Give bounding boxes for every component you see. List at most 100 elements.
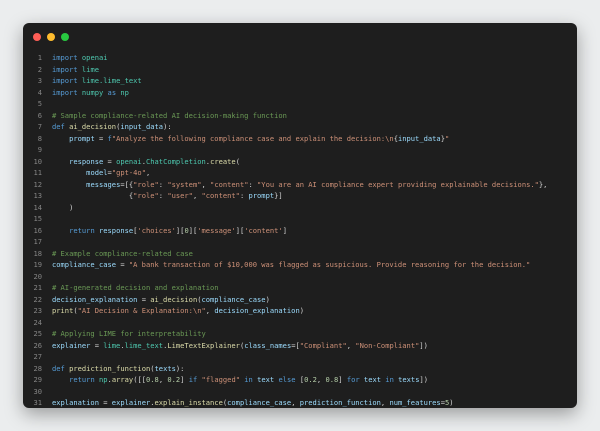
code-text: return response['choices'][0]['message']… (52, 225, 577, 237)
code-token: "content" (210, 179, 249, 189)
code-token: = (90, 340, 104, 350)
code-token: in (244, 375, 253, 384)
code-token: np (99, 375, 108, 384)
code-line: 9 (23, 144, 577, 156)
code-token: "user" (167, 191, 193, 200)
code-token: ): (175, 363, 185, 373)
line-number: 23 (33, 306, 42, 315)
code-token: ][ (188, 225, 198, 235)
code-token: 0.8 (325, 375, 339, 384)
code-token: prompt (69, 133, 95, 143)
code-line: 17 (23, 236, 577, 248)
line-number: 6 (37, 110, 42, 120)
code-line: 14 ) (23, 202, 577, 214)
code-token: "system" (167, 179, 202, 189)
code-line: 8 prompt = f"Analyze the following compl… (23, 133, 577, 145)
code-token: , (145, 168, 151, 177)
code-token: ] (338, 375, 347, 384)
code-token: "Non-Compliant" (355, 340, 420, 350)
code-text: def prediction_function(texts): (52, 363, 577, 375)
line-number: 31 (33, 398, 42, 407)
code-token: class_names (244, 340, 292, 350)
code-token: 'content' (244, 225, 283, 235)
code-token: import (52, 87, 78, 97)
code-line: 4 import numpy as np (23, 87, 577, 99)
code-line: 28 def prediction_function(texts): (23, 363, 577, 375)
code-line: 23 print("AI Decision & Explanation:\n", … (23, 305, 577, 317)
code-token: " (444, 133, 450, 143)
code-token: def (52, 122, 65, 131)
code-token: ): (163, 122, 172, 131)
code-token: array (111, 375, 134, 384)
code-token: texts (398, 375, 420, 384)
close-window-button[interactable] (33, 33, 41, 41)
line-number: 9 (37, 145, 42, 154)
code-token: "AI Decision & Explanation:\n" (77, 306, 206, 315)
code-line: 20 (23, 271, 577, 283)
code-line: 29 return np.array([[0.8, 0.2] if "flagg… (23, 374, 577, 386)
code-token: lime (81, 64, 99, 74)
minimize-window-button[interactable] (47, 33, 55, 41)
code-token: { (52, 191, 134, 200)
code-line: 6 # Sample compliance-related AI decision… (23, 110, 577, 122)
line-number: 19 (33, 260, 42, 269)
code-token: ]) (419, 340, 428, 350)
code-token: print (52, 306, 74, 315)
code-token: "A bank transaction of $10,000 was flagg… (128, 260, 531, 269)
code-token: input_data (397, 133, 441, 143)
code-text: import numpy as np (52, 87, 577, 99)
code-editor: 1 import openai 2 import lime 3 import lime.l… (23, 52, 577, 408)
maximize-window-button[interactable] (61, 33, 69, 41)
code-token: ) (299, 306, 305, 315)
code-token: prompt (248, 191, 275, 200)
code-line: 10 response = openai.ChatCompletion.crea… (23, 156, 577, 168)
code-line: 3 import lime.lime_text (23, 75, 577, 87)
code-text: {"role": "user", "content": prompt}] (52, 190, 577, 202)
code-token: , (291, 398, 300, 407)
code-token: LimeTextExplainer (167, 340, 240, 350)
line-number: 11 (33, 168, 42, 177)
code-text: messages=[{"role": "system", "content": … (52, 179, 577, 191)
code-line: 5 (23, 98, 577, 110)
code-line: 11 model="gpt-4o", (23, 167, 577, 179)
line-number: 27 (33, 352, 42, 361)
code-text: decision_explanation = ai_decision(compl… (52, 294, 577, 306)
code-token: ) (52, 202, 74, 212)
code-token: [ (295, 375, 305, 384)
code-token: "You are an AI compliance expert providi… (257, 179, 539, 189)
code-line: 31 explanation = explainer.explain_instan… (23, 397, 577, 408)
code-token: numpy (81, 87, 104, 97)
code-token: prediction_function (69, 363, 151, 373)
code-text: def ai_decision(input_data): (52, 121, 577, 133)
code-token: 0.2 (304, 375, 317, 384)
code-line: 25 # Applying LIME for interpretability (23, 328, 577, 340)
code-token: openai (81, 53, 108, 62)
code-token: ( (235, 156, 240, 166)
code-token: , (346, 340, 356, 350)
code-token: "gpt-4o" (111, 168, 146, 177)
line-number: 14 (33, 202, 42, 212)
code-token: = (103, 156, 117, 166)
code-token: explanation (52, 398, 99, 407)
code-token: explainer (111, 398, 151, 407)
code-token: input_data (120, 122, 164, 131)
code-token: ) (265, 294, 270, 304)
code-token: "Analyze the following compliance case a… (111, 133, 394, 143)
code-token: # Applying LIME for interpretability (52, 329, 206, 338)
code-token: if (188, 375, 198, 384)
code-token: response (99, 225, 134, 235)
code-token: openai (116, 156, 142, 166)
code-text: # Example compliance-related case (52, 248, 577, 260)
code-line: 19 compliance_case = "A bank transaction … (23, 259, 577, 271)
code-token: "Compliant" (299, 340, 347, 350)
code-token: # AI-generated decision and explanation (52, 283, 219, 292)
code-line: 13 {"role": "user", "content": prompt}] (23, 190, 577, 202)
line-number: 12 (33, 179, 42, 189)
code-token: = (94, 133, 108, 143)
